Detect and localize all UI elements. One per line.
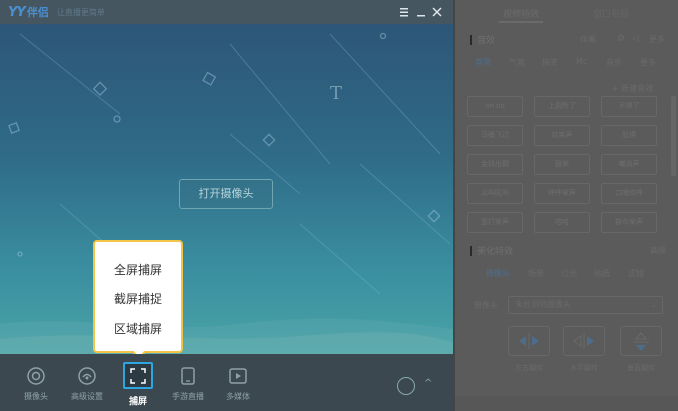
effects-section-title: 美化特效	[470, 244, 513, 257]
audio-more-link[interactable]: 更多	[649, 34, 665, 45]
title-bar: YY 伴侣 让直播更简单	[0, 0, 453, 24]
camera-icon	[27, 367, 45, 385]
flip-label: 水平翻转	[570, 364, 598, 372]
speaker-icon[interactable]: ◁	[632, 34, 639, 44]
panel-footer	[455, 396, 678, 411]
effects-advanced-link[interactable]: 高级	[650, 245, 666, 256]
toolbar-label: 高级设置	[71, 392, 103, 401]
media-play-icon	[229, 368, 247, 384]
toolbar-multimedia[interactable]: 多媒体	[216, 366, 260, 410]
open-camera-button[interactable]: 打开摄像头	[179, 179, 273, 209]
audio-category-common[interactable]: 常用	[475, 57, 491, 68]
sound-tile[interactable]: oh no	[467, 96, 523, 117]
svg-text:T: T	[330, 83, 342, 104]
audio-category-funny[interactable]: 搞笑	[542, 57, 558, 68]
menu-icon[interactable]	[397, 3, 411, 21]
audio-category-mc[interactable]: Mc	[576, 57, 587, 66]
flip-vertical-icon	[633, 332, 649, 351]
menu-item-region-capture[interactable]: 区域捕屏	[95, 320, 181, 337]
sound-tile[interactable]: 欢笑声	[534, 125, 590, 146]
camera-preview: T 打开摄像头	[0, 24, 453, 354]
effects-category-camera[interactable]: 摄像头	[486, 268, 510, 279]
settings-icon	[78, 367, 96, 385]
tab-underline	[499, 21, 543, 23]
logo-mark: YY	[8, 4, 26, 20]
chevron-up-icon[interactable]: ^	[424, 378, 432, 389]
effects-category-sticker[interactable]: 贴纸	[594, 268, 610, 279]
camera-select-label: 摄像头	[474, 301, 498, 310]
menu-item-fullscreen-capture[interactable]: 全屏捕屏	[95, 261, 181, 278]
app-logo: YY 伴侣 让直播更简单	[8, 4, 105, 20]
screen-capture-icon	[123, 362, 153, 389]
audio-section-title: 音效	[470, 33, 495, 46]
minimize-icon[interactable]	[414, 3, 428, 21]
tab-window-layout[interactable]: 窗口布局	[593, 7, 629, 20]
sound-tile[interactable]: 尖叫吼叫	[467, 183, 523, 204]
new-audio-effect-link[interactable]: + 新建音效	[612, 83, 653, 94]
section-marker	[470, 34, 472, 45]
sound-tile[interactable]: 鼓掌	[534, 154, 590, 175]
sound-tile[interactable]: 群众掌声	[601, 212, 657, 233]
capture-menu: 全屏捕屏 截屏捕捉 区域捕屏	[93, 240, 183, 360]
toolbar-label: 多媒体	[226, 392, 250, 401]
panel-tabs: 视频特效 窗口布局	[455, 0, 678, 24]
sound-tile[interactable]: 呼呼掌声	[534, 183, 590, 204]
sound-tile[interactable]: 马桶飞过	[467, 125, 523, 146]
audio-mix-icon[interactable]	[397, 377, 415, 395]
panel-divider	[453, 0, 455, 411]
accompaniment-link[interactable]: 伴奏	[580, 34, 596, 45]
camera-select-value: 未检测到摄像头	[515, 300, 571, 309]
effects-category-filter[interactable]: 滤镜	[628, 268, 644, 279]
toolbar-label: 捕屏	[128, 397, 147, 407]
gear-icon[interactable]: ⚙	[617, 34, 625, 44]
menu-item-screenshot-capture[interactable]: 截屏捕捉	[95, 290, 181, 307]
flip-horizontal-button[interactable]	[563, 326, 605, 356]
logo-name: 伴侣	[26, 6, 49, 19]
app-slogan: 让直播更简单	[56, 7, 105, 17]
toolbar-camera[interactable]: 摄像头	[14, 366, 58, 410]
close-icon[interactable]	[430, 3, 444, 21]
phone-icon	[181, 367, 195, 385]
audio-category-more[interactable]: 更多	[640, 57, 656, 68]
toolbar-advanced-settings[interactable]: 高级设置	[65, 366, 109, 410]
panel-scrollbar[interactable]	[671, 96, 676, 176]
effects-category-scene[interactable]: 场景	[528, 268, 544, 279]
camera-select[interactable]: 未检测到摄像头 ⌄	[508, 296, 663, 314]
audio-category-atmosphere[interactable]: 气氛	[509, 57, 525, 68]
toolbar-label: 摄像头	[24, 392, 48, 401]
flip-label: 垂直翻转	[627, 364, 655, 372]
sound-tile[interactable]: 不得了	[601, 96, 657, 117]
mirror-icon	[573, 333, 594, 349]
section-marker	[470, 245, 472, 256]
flip-horizontal-icon	[519, 333, 539, 349]
sound-tile[interactable]: 哈哈	[534, 212, 590, 233]
chevron-down-icon: ⌄	[650, 300, 657, 309]
audio-section-label: 音效	[477, 36, 496, 46]
flip-left-right-button[interactable]	[508, 326, 550, 356]
sound-tile[interactable]: 嘲讽声	[601, 154, 657, 175]
sound-tile[interactable]: 恐惧	[601, 125, 657, 146]
toolbar-screen-capture[interactable]: 捕屏	[116, 362, 160, 410]
sound-tile[interactable]: 金钱出鞘	[467, 154, 523, 175]
flip-vertical-button[interactable]	[620, 326, 662, 356]
tab-video-effects[interactable]: 视频特效	[503, 7, 539, 20]
sound-tile[interactable]: 蛋打掌声	[467, 212, 523, 233]
toolbar-label: 手游直播	[172, 392, 204, 401]
audio-category-music[interactable]: 音乐	[606, 57, 622, 68]
toolbar-mobile-game[interactable]: 手游直播	[166, 366, 210, 410]
sound-tile[interactable]: 上厕所了	[534, 96, 590, 117]
effects-category-lighting[interactable]: 灯光	[561, 268, 577, 279]
effects-section-label: 美化特效	[477, 247, 514, 257]
sound-tile[interactable]: 口哨欢呼	[601, 183, 657, 204]
flip-label: 左右翻转	[515, 364, 543, 372]
